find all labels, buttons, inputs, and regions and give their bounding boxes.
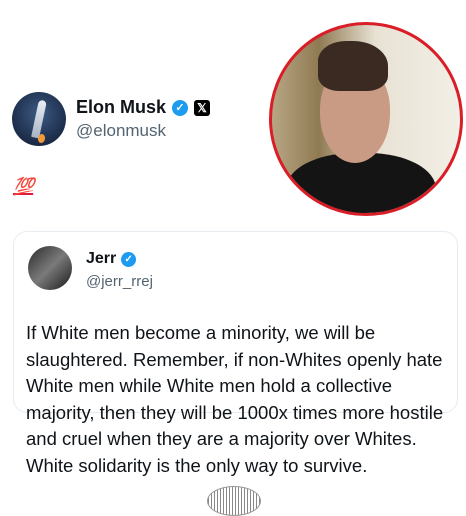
partial-cutoff-icon	[207, 486, 261, 516]
author-avatar[interactable]	[12, 92, 66, 146]
photo-shirt	[286, 153, 436, 213]
inset-photo	[269, 22, 463, 216]
verified-badge-icon: ✓	[172, 99, 189, 116]
rocket-flame	[37, 133, 46, 144]
quoted-author-name[interactable]: Jerr	[86, 250, 116, 268]
author-name-row: Elon Musk ✓ 𝕏	[76, 97, 211, 118]
hundred-points-emoji: 💯	[13, 177, 34, 196]
quoted-author-name-row: Jerr ✓	[86, 250, 137, 268]
author-name[interactable]: Elon Musk	[76, 97, 166, 118]
quoted-post-text: If White men become a minority, we will …	[26, 322, 444, 476]
photo-hair	[318, 41, 388, 91]
quoted-author-handle[interactable]: @jerr_rrej	[86, 273, 153, 290]
author-handle[interactable]: @elonmusk	[76, 121, 166, 141]
quoted-author-avatar[interactable]	[28, 246, 72, 290]
quoted-verified-badge-icon: ✓	[121, 251, 137, 267]
rocket-image	[31, 99, 47, 139]
x-logo-icon: 𝕏	[194, 99, 211, 116]
